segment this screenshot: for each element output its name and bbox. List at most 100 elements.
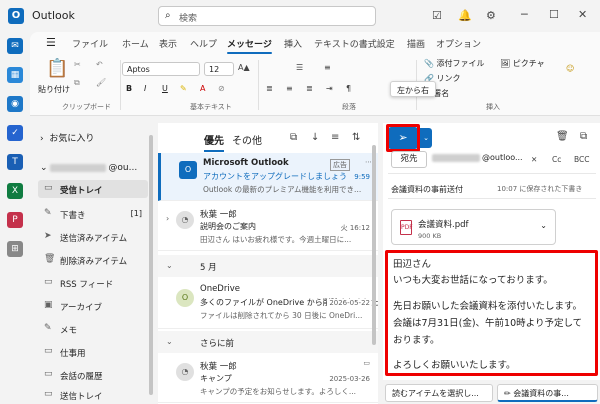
attach-file-button[interactable]: 📎 添付ファイル	[424, 58, 485, 69]
filter-icon[interactable]: ≡	[331, 132, 339, 143]
cut-icon[interactable]: ✂	[74, 60, 81, 69]
remove-recipient-icon[interactable]: ✕	[531, 155, 537, 164]
underline-icon[interactable]: U	[162, 84, 168, 93]
account-header[interactable]: ⌄ @ou...	[40, 163, 137, 173]
apps-icon[interactable]: ⊞	[7, 241, 23, 257]
font-size-select[interactable]: 12	[204, 62, 234, 76]
popout-icon[interactable]: ⧉	[580, 131, 587, 142]
bullets-icon[interactable]: ☰	[296, 63, 303, 72]
italic-icon[interactable]: I	[144, 84, 146, 93]
indent-icon[interactable]: ⇥	[326, 84, 333, 93]
folder-item-archive[interactable]: ▣ アーカイブ	[38, 297, 148, 315]
gear-icon[interactable]: ⚙	[486, 9, 496, 22]
emoji-icon[interactable]: ☺	[566, 64, 574, 73]
folder-item-inbox[interactable]: ▭ 受信トレイ	[38, 180, 148, 198]
clipboard-icon[interactable]: 📋	[46, 58, 68, 79]
more-icon[interactable]: ⋯	[365, 158, 372, 166]
cc-button[interactable]: Cc	[552, 155, 561, 164]
tab-reading-pane[interactable]: 読むアイテムを選択し...	[385, 384, 493, 402]
tab-draw[interactable]: 描画	[407, 37, 425, 50]
message-time: 2026-05-22	[327, 299, 370, 307]
folder-item-sent[interactable]: ➤ 送信済みアイテム	[38, 228, 148, 246]
discard-icon[interactable]: 🗑	[556, 131, 569, 142]
format-painter-icon[interactable]: 🖌	[96, 78, 106, 87]
calendar-icon[interactable]: ▦	[7, 67, 23, 83]
tab-focused[interactable]: 優先	[204, 132, 224, 152]
tab-file[interactable]: ファイル	[72, 37, 108, 50]
select-mode-icon[interactable]: ⧉	[290, 132, 297, 143]
list-item[interactable]: ◔ 秋葉 一郎 ▭ キャンプ 2025-03-26 キャンプの予定をお知らせしま…	[158, 355, 378, 403]
group-header-earlier[interactable]: ⌄ さらに前	[158, 331, 378, 353]
paste-label[interactable]: 貼り付け	[38, 84, 70, 95]
mail-icon[interactable]: ✉	[7, 38, 23, 54]
list-item[interactable]: O OneDrive 多くのファイルが OneDrive から削除されました 2…	[158, 279, 379, 329]
favorites-header[interactable]: › お気に入り	[40, 131, 94, 144]
search-box[interactable]: ⌕ 検索	[158, 6, 376, 26]
chevron-down-icon[interactable]: ⌄	[540, 221, 547, 230]
tab-view[interactable]: 表示	[159, 37, 177, 50]
separator	[258, 60, 259, 110]
font-name-select[interactable]: Aptos	[122, 62, 200, 76]
message-time: 2025-03-26	[329, 375, 370, 383]
attachment-card[interactable]: PDF 会議資料.pdf 900 KB ⌄	[391, 209, 556, 245]
todo-rail-icon[interactable]: ✓	[7, 125, 23, 141]
bold-icon[interactable]: B	[126, 84, 132, 93]
folder-scrollbar[interactable]	[149, 135, 153, 395]
list-item[interactable]: O Microsoft Outlook 広告 ⋯ アカウントをアップグレードしま…	[158, 153, 378, 201]
send-options-button[interactable]: ⌄	[420, 128, 432, 148]
close-icon[interactable]: ✕	[578, 8, 587, 21]
tab-help[interactable]: ヘルプ	[190, 37, 217, 50]
align-center-icon[interactable]: ≡	[286, 84, 293, 93]
tab-insert[interactable]: 挿入	[284, 37, 302, 50]
teams-icon[interactable]: T	[7, 154, 23, 170]
jump-icon[interactable]: ↓	[311, 132, 319, 143]
tab-text-format[interactable]: テキストの書式設定	[314, 37, 395, 50]
bell-icon[interactable]: 🔔	[458, 9, 472, 22]
people-icon[interactable]: ◉	[7, 96, 23, 112]
list-item[interactable]: › ◔ 秋葉 一郎 説明会のご案内 火 16:12 田辺さん はいお疲れ様です。…	[158, 203, 378, 251]
minimize-icon[interactable]: ─	[521, 8, 528, 21]
highlight-icon[interactable]: ✎	[180, 84, 187, 93]
recipient-chip[interactable]: @outloo...	[432, 153, 523, 162]
ribbon: 📋 貼り付け ✂ ⧉ ↶ 🖌 クリップボード Aptos 12 A▲ B I U…	[30, 54, 600, 116]
folder-item-notes[interactable]: ✎ メモ	[38, 320, 148, 338]
rtl-icon[interactable]: ¶	[346, 84, 351, 93]
tab-other[interactable]: その他	[232, 132, 262, 147]
clear-format-icon[interactable]: ⊘	[218, 84, 225, 93]
tab-home[interactable]: ホーム	[122, 37, 149, 50]
message-subject: キャンプ	[200, 374, 232, 383]
group-header-may[interactable]: ⌄ 5 月	[158, 255, 378, 277]
todo-icon[interactable]: ☑	[432, 9, 442, 22]
folder-item-conversation-history[interactable]: ▭ 会話の履歴	[38, 366, 148, 384]
bcc-button[interactable]: BCC	[574, 155, 590, 164]
app-title: Outlook	[32, 9, 75, 22]
numbering-icon[interactable]: ≡	[324, 63, 331, 72]
folder-item-work[interactable]: ▭ 仕事用	[38, 343, 148, 361]
picture-button[interactable]: 🖼 ピクチャ	[500, 58, 545, 69]
folder-item-drafts[interactable]: ✎ 下書き [1]	[38, 205, 148, 223]
outlook-avatar-icon: O	[179, 161, 197, 179]
grow-font-icon[interactable]: A▲	[238, 63, 250, 72]
hamburger-icon[interactable]: ☰	[46, 36, 56, 49]
tab-draft-compose[interactable]: ✏ 会議資料の事...	[497, 384, 598, 402]
undo-icon[interactable]: ↶	[96, 60, 103, 69]
subject-field[interactable]: 会議資料の事前送付	[391, 184, 463, 195]
folder-item-rss[interactable]: ▭ RSS フィード	[38, 274, 148, 292]
search-placeholder[interactable]: 検索	[179, 11, 197, 24]
folder-item-outbox[interactable]: ▭ 送信トレイ	[38, 386, 148, 404]
chevron-down-icon: ⌄	[166, 337, 173, 346]
tab-options[interactable]: オプション	[436, 37, 481, 50]
powerpoint-icon[interactable]: P	[7, 212, 23, 228]
align-right-icon[interactable]: ≣	[306, 84, 313, 93]
mail-list-scrollbar[interactable]	[372, 145, 376, 345]
sort-icon[interactable]: ⇅	[352, 132, 360, 143]
copy-icon[interactable]: ⧉	[74, 78, 80, 88]
maximize-icon[interactable]: ☐	[549, 8, 559, 21]
pencil-icon: ✏	[504, 389, 511, 398]
excel-icon[interactable]: X	[7, 183, 23, 199]
folder-item-deleted[interactable]: 🗑 削除済みアイテム	[38, 251, 148, 269]
align-left-icon[interactable]: ≣	[266, 84, 273, 93]
to-button[interactable]: 宛先	[391, 151, 427, 168]
font-color-icon[interactable]: A	[200, 84, 205, 93]
tab-message[interactable]: メッセージ	[227, 37, 272, 54]
